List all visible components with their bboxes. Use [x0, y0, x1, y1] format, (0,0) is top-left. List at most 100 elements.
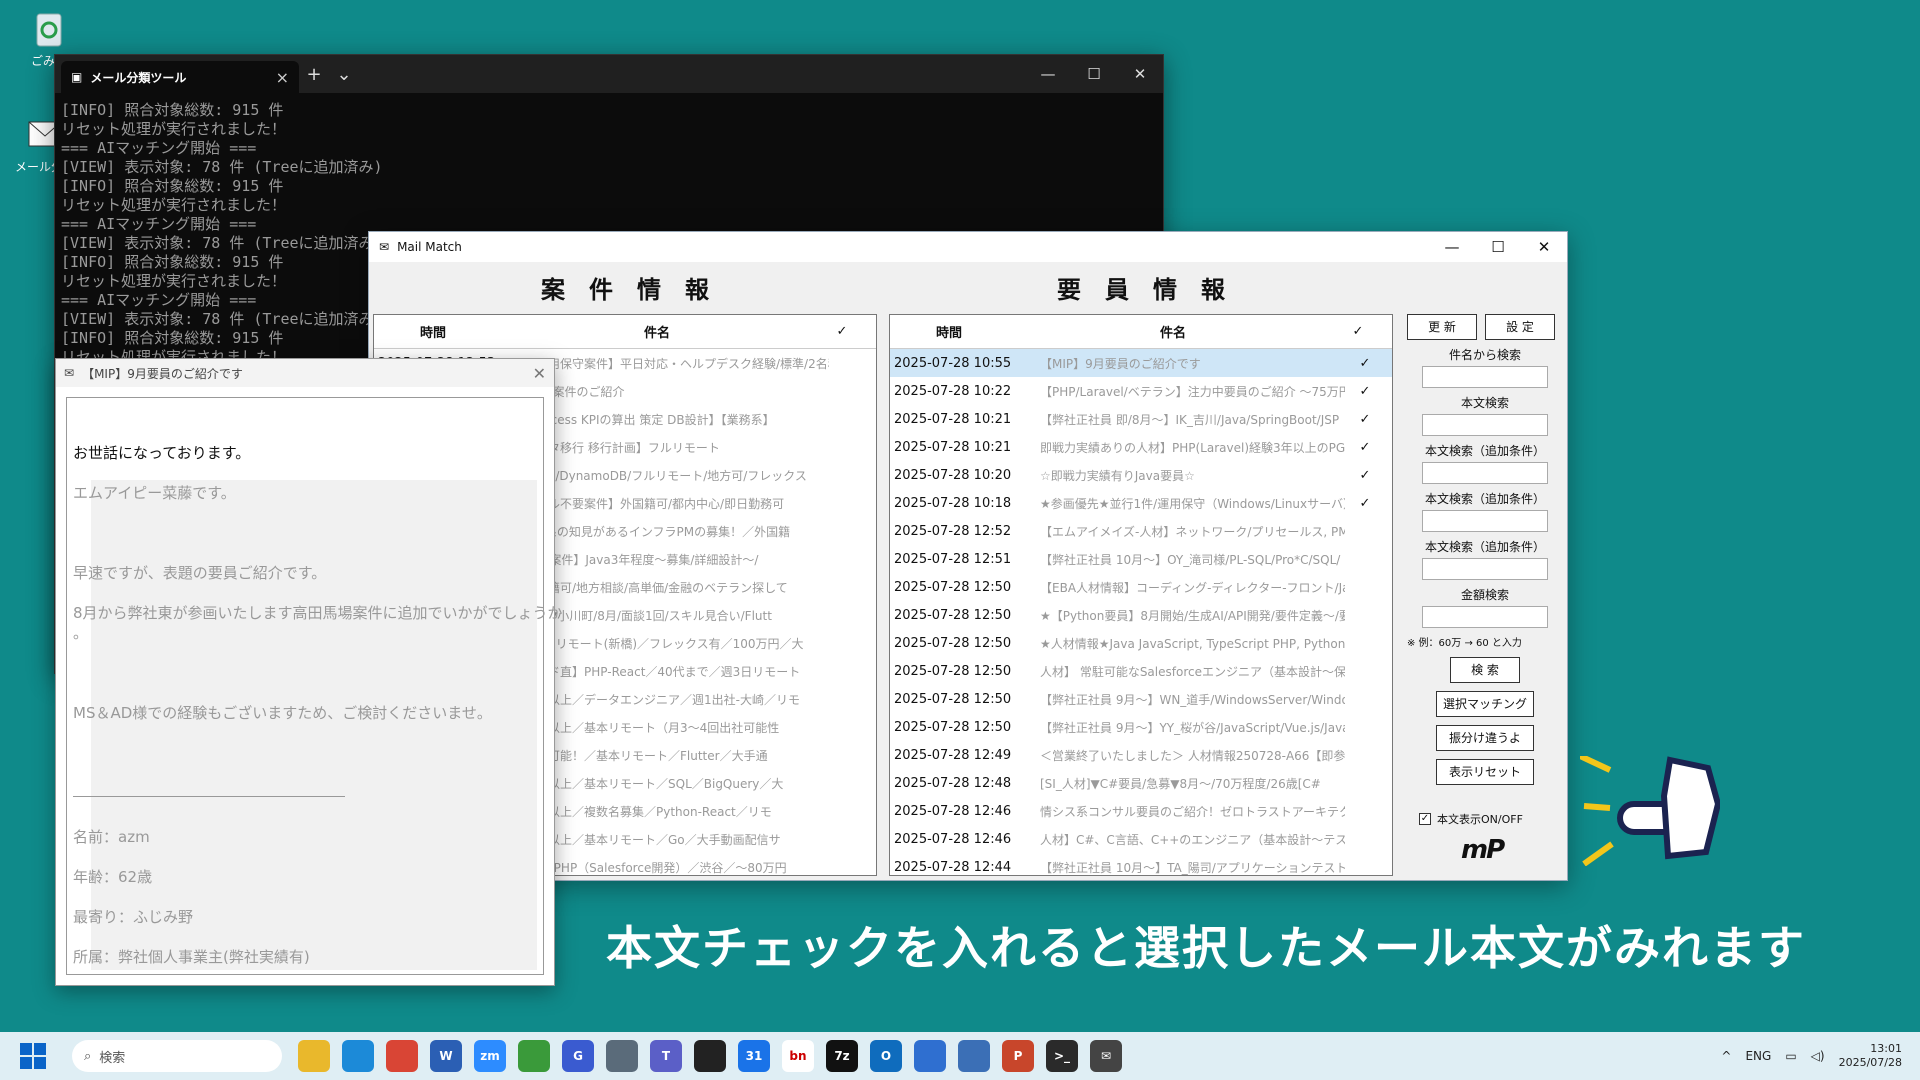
language-indicator[interactable]: ENG [1745, 1049, 1771, 1063]
minimize-button[interactable]: — [1429, 238, 1475, 256]
edge-icon[interactable] [342, 1040, 374, 1072]
taskbar-search[interactable]: ⌕ 検索 [72, 1040, 282, 1072]
row-time: 2025-07-28 12:50 [894, 579, 1012, 595]
chevron-down-icon[interactable]: ⌄ [329, 64, 359, 85]
zoom-icon[interactable]: zm [474, 1040, 506, 1072]
chatgpt-icon[interactable] [694, 1040, 726, 1072]
row-subject: 【エムアイメイズ-人材】ネットワーク/プリセールス, PM要員の紹介 [1040, 524, 1345, 539]
calculator-icon[interactable] [606, 1040, 638, 1072]
table-row[interactable]: 2025-07-28 10:21 即戦力実績ありの人材】PHP(Laravel)経… [890, 433, 1392, 461]
row-time: 2025-07-28 10:21 [894, 411, 1012, 427]
maximize-button[interactable]: ☐ [1071, 65, 1117, 83]
table-row[interactable]: 2025-07-28 12:44 【弊社正社員 10月～】TA_陽司/アプリケーシ… [890, 853, 1392, 875]
row-check-icon[interactable]: ✓ [1345, 496, 1385, 511]
table-row[interactable]: 2025-07-28 12:46 情シス系コンサル要員のご紹介！ゼロトラストアーキ… [890, 797, 1392, 825]
row-subject: 【弊社正社員 10月～】OY_滝司様/PL-SQL/Pro*C/SQL/ [1040, 552, 1341, 567]
row-check-icon[interactable]: ✓ [1345, 412, 1385, 427]
table-row[interactable]: 2025-07-28 12:50 【弊社正社員 9月～】YY_桜が谷/JavaSc… [890, 713, 1392, 741]
outlook-icon[interactable]: O [870, 1040, 902, 1072]
display-reset-button[interactable]: 表示リセット [1436, 759, 1534, 785]
mail-body-text[interactable]: お世話になっております。 エムアイピー菜藤です。 早速ですが、表題の要員ご紹介で… [66, 397, 563, 975]
table-row[interactable]: 2025-07-28 12:50 人材】 常駐可能なSalesforceエンジニア… [890, 657, 1392, 685]
body-search-extra-input[interactable] [1422, 558, 1548, 580]
table-row[interactable]: 2025-07-28 12:50 ★【Python要員】8月開始/生成AI/API… [890, 601, 1392, 629]
body-search-extra-input[interactable] [1422, 510, 1548, 532]
blur-overlay [91, 480, 537, 970]
terminal-icon[interactable]: >_ [1046, 1040, 1078, 1072]
tree-app-icon[interactable] [518, 1040, 550, 1072]
body-search-extra-input[interactable] [1422, 462, 1548, 484]
chevron-up-icon[interactable]: ^ [1721, 1049, 1731, 1063]
bn-app-icon[interactable]: bn [782, 1040, 814, 1072]
table-row[interactable]: 2025-07-28 12:50 【EBA人材情報】コーディング-ディレクター-フ… [890, 573, 1392, 601]
table-row[interactable]: 2025-07-28 12:49 ＜営業終了いたしました＞ 人材情報250728-… [890, 741, 1392, 769]
column-subject[interactable]: 件名 [1008, 322, 1338, 341]
file-explorer-icon[interactable] [298, 1040, 330, 1072]
body-search-input[interactable] [1422, 414, 1548, 436]
table-row[interactable]: 2025-07-28 10:20 ☆即戦力実績有りJava要員☆ ✓ [890, 461, 1392, 489]
table-row[interactable]: 2025-07-28 12:52 【エムアイメイズ-人材】ネットワーク/プリセール… [890, 517, 1392, 545]
amount-search-label: 金額検索 [1460, 588, 1509, 602]
row-check-icon[interactable]: ✓ [1345, 468, 1385, 483]
row-check-icon[interactable]: ✓ [1345, 384, 1385, 399]
row-subject: 【EBA人材情報】コーディング-ディレクター-フロント/JavaScript [1040, 580, 1345, 595]
minimize-button[interactable]: — [1025, 65, 1071, 83]
teams-icon[interactable]: T [650, 1040, 682, 1072]
mail-line: お世話になっております。 [73, 444, 251, 462]
clock[interactable]: 13:01 2025/07/28 [1839, 1042, 1902, 1070]
powerpoint-icon[interactable]: P [1002, 1040, 1034, 1072]
table-row[interactable]: 2025-07-28 12:51 【弊社正社員 10月～】OY_滝司様/PL-SQ… [890, 545, 1392, 573]
close-button[interactable]: ✕ [1521, 238, 1567, 256]
table-row[interactable]: 2025-07-28 12:46 人材】C#、C言語、C++のエンジニア（基本設計… [890, 825, 1392, 853]
row-check-icon[interactable]: ✓ [1345, 440, 1385, 455]
maximize-button[interactable]: ☐ [1475, 238, 1521, 256]
close-tab-icon[interactable]: × [276, 68, 289, 87]
table-row[interactable]: 2025-07-28 12:50 【弊社正社員 9月～】WN_道手/Windows… [890, 685, 1392, 713]
network-icon[interactable]: ▭ [1785, 1049, 1796, 1063]
column-subject[interactable]: 件名 [492, 322, 822, 341]
notepad-icon[interactable] [914, 1040, 946, 1072]
settings-button[interactable]: 設 定 [1485, 314, 1555, 340]
calendar-icon[interactable]: 31 [738, 1040, 770, 1072]
remote-desktop-icon[interactable] [958, 1040, 990, 1072]
column-time[interactable]: 時間 [374, 322, 492, 341]
amount-search-input[interactable] [1422, 606, 1548, 628]
word-icon[interactable]: W [430, 1040, 462, 1072]
new-tab-button[interactable]: + [299, 64, 329, 85]
search-button[interactable]: 検 索 [1450, 657, 1520, 683]
column-check[interactable]: ✓ [1338, 324, 1378, 339]
subject-search-input[interactable] [1422, 366, 1548, 388]
table-row[interactable]: 2025-07-28 10:22 【PHP/Laravel/ベテラン】注力中要員の… [890, 377, 1392, 405]
g-app-icon[interactable]: G [562, 1040, 594, 1072]
row-time: 2025-07-28 10:21 [894, 439, 1012, 455]
row-subject: 即戦力実績ありの人材】PHP(Laravel)経験3年以上のPG [1040, 440, 1345, 455]
column-time[interactable]: 時間 [890, 322, 1008, 341]
refresh-button[interactable]: 更 新 [1407, 314, 1477, 340]
sort-diff-button[interactable]: 振分け違うよ [1436, 725, 1534, 751]
table-row[interactable]: 2025-07-28 12:50 ★人材情報★Java JavaScript, T… [890, 629, 1392, 657]
table-row[interactable]: 2025-07-28 10:21 【弊社正社員 即/8月～】IK_吉川/Java/… [890, 405, 1392, 433]
row-subject: Java-PHP（Salesforce開発）／渋谷／～80万円 [524, 860, 787, 875]
staff-list[interactable]: 時間 件名 ✓ 2025-07-28 10:55 【MIP】9月要員のご紹介です ✓… [889, 314, 1393, 876]
system-tray: ^ ENG ▭ ◁) 13:01 2025/07/28 [1721, 1042, 1920, 1070]
body-search-extra-label: 本文検索（追加条件） [1424, 540, 1545, 554]
tutorial-caption: 本文チェックを入れると選択したメール本文がみれます [606, 921, 1806, 975]
row-subject: 外国籍可/地方相談/高単価/金融のベテラン探して [524, 580, 788, 595]
start-button[interactable] [20, 1043, 46, 1069]
table-row[interactable]: 2025-07-28 10:18 ★参画優先★並行1件/運用保守（Windows/… [890, 489, 1392, 517]
chrome-icon[interactable] [386, 1040, 418, 1072]
table-row[interactable]: 2025-07-28 12:48 [SI_人材]▼C#要員/急募▼8月～/70万程… [890, 769, 1392, 797]
row-subject: 【弊社正社員 9月～】WN_道手/WindowsServer/Windows [1040, 692, 1345, 707]
row-time: 2025-07-28 10:18 [894, 495, 1012, 511]
close-icon[interactable]: ✕ [533, 364, 546, 383]
body-toggle-checkbox[interactable]: ✓ 本文表示ON/OFF [1419, 811, 1563, 827]
table-row[interactable]: 2025-07-28 10:55 【MIP】9月要員のご紹介です ✓ [890, 349, 1392, 377]
volume-icon[interactable]: ◁) [1811, 1049, 1825, 1063]
close-button[interactable]: ✕ [1117, 65, 1163, 83]
column-check[interactable]: ✓ [822, 324, 862, 339]
mail-tool-icon[interactable]: ✉ [1090, 1040, 1122, 1072]
row-check-icon[interactable]: ✓ [1345, 356, 1385, 371]
select-matching-button[interactable]: 選択マッチング [1436, 691, 1534, 717]
terminal-tab[interactable]: ▣ メール分類ツール × [61, 61, 299, 93]
7zip-icon[interactable]: 7z [826, 1040, 858, 1072]
